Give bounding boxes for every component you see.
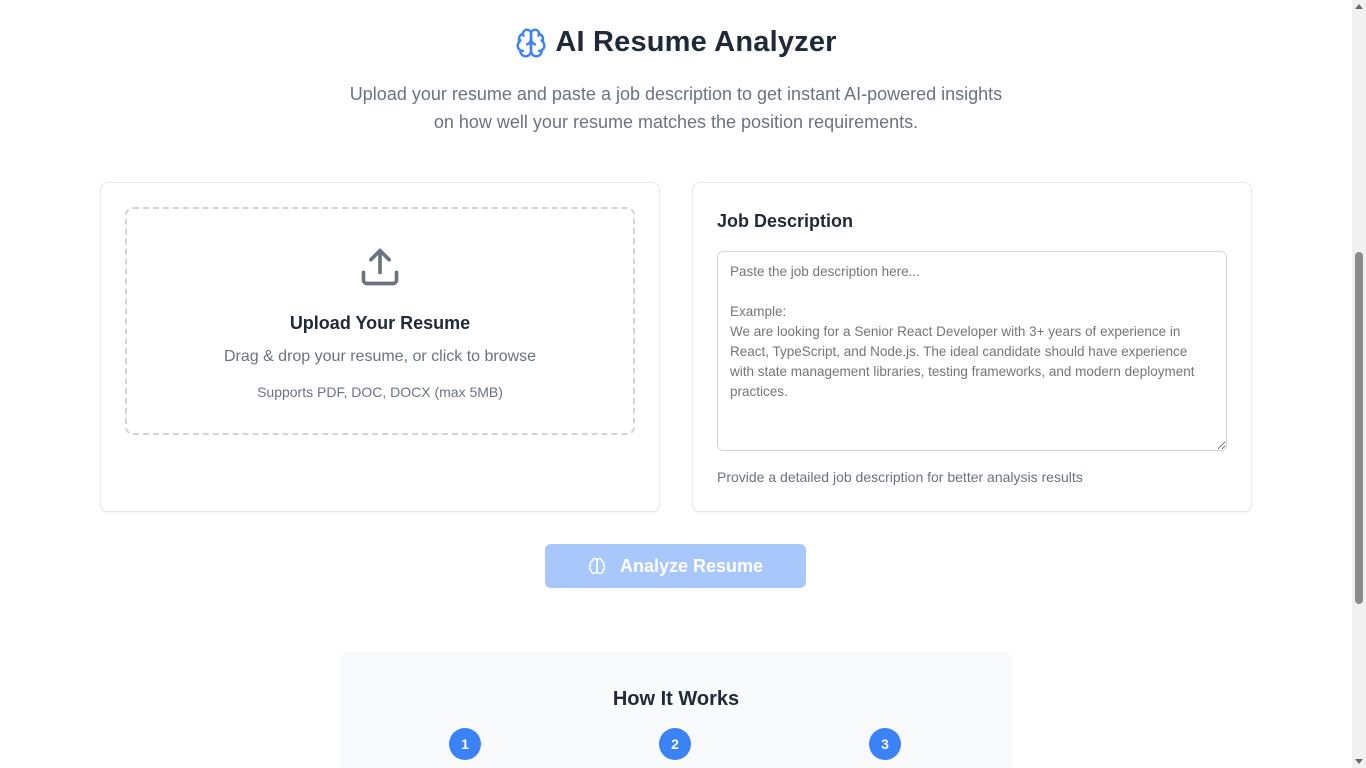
brain-icon [588,557,606,575]
job-description-card: Job Description Provide a detailed job d… [692,182,1252,512]
upload-subtitle: Drag & drop your resume, or click to bro… [223,348,537,365]
how-it-works-section: How It Works 1 2 3 [340,652,1012,768]
page-header: AI Resume Analyzer [0,26,1352,59]
subtitle-line-2: on how well your resume matches the posi… [433,112,919,132]
how-it-works-title: How It Works [612,688,740,710]
subtitle-line-1: Upload your resume and paste a job descr… [349,84,1003,104]
job-description-textarea[interactable] [717,251,1227,451]
scroll-up-arrow-icon[interactable] [1355,4,1363,9]
upload-title: Upload Your Resume [289,313,471,333]
upload-icon [361,248,399,286]
job-description-heading: Job Description [717,211,854,231]
step-badge: 3 [869,728,901,760]
step-badge: 1 [449,728,481,760]
page-subtitle: Upload your resume and paste a job descr… [0,80,1352,136]
step-badge: 2 [659,728,691,760]
upload-file-types-note: Supports PDF, DOC, DOCX (max 5MB) [257,384,503,400]
scrollbar-thumb[interactable] [1355,252,1363,604]
analyze-resume-button[interactable]: Analyze Resume [545,544,806,588]
vertical-scrollbar[interactable] [1352,0,1366,768]
analyze-button-label: Analyze Resume [619,555,764,576]
page-title: AI Resume Analyzer [555,26,837,58]
brain-icon [516,27,546,58]
scroll-down-arrow-icon[interactable] [1355,759,1363,764]
upload-card: Upload Your Resume Drag & drop your resu… [100,182,660,512]
page: AI Resume Analyzer Upload your resume an… [0,0,1366,768]
resume-dropzone[interactable]: Upload Your Resume Drag & drop your resu… [125,207,635,435]
job-description-hint: Provide a detailed job description for b… [717,469,1083,485]
